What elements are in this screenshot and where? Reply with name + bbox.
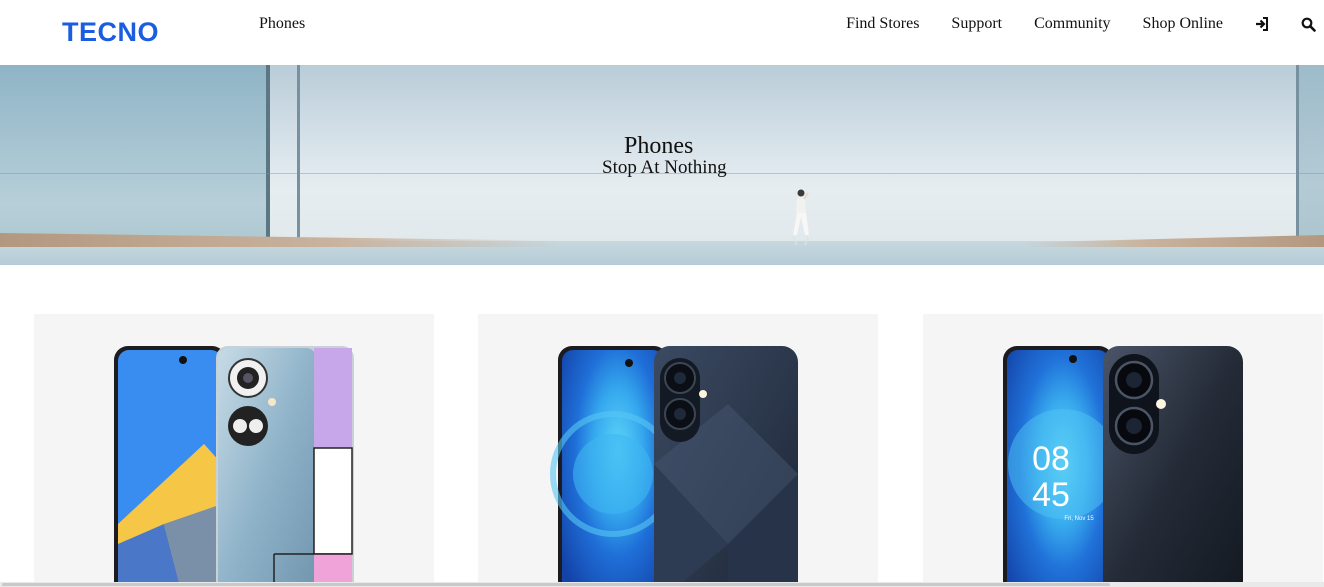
nav-phones[interactable]: Phones bbox=[259, 15, 305, 33]
hero-banner: Phones Stop At Nothing bbox=[0, 65, 1324, 265]
phone-image bbox=[550, 346, 798, 587]
product-card[interactable] bbox=[478, 314, 878, 587]
hero-window-frame bbox=[297, 65, 300, 265]
clock-date: Fri, Nov 15 bbox=[1064, 516, 1094, 522]
product-card[interactable] bbox=[34, 314, 434, 587]
scrollbar-thumb[interactable] bbox=[2, 583, 1110, 586]
clock-hours: 08 bbox=[1032, 440, 1070, 478]
nav-find-stores[interactable]: Find Stores bbox=[846, 15, 919, 33]
nav-support[interactable]: Support bbox=[951, 15, 1002, 33]
tecno-logo[interactable]: TECNO bbox=[62, 14, 164, 46]
hero-subtitle: Stop At Nothing bbox=[602, 157, 727, 178]
phone-image: 08 45 Fri, Nov 15 bbox=[1003, 346, 1243, 587]
product-card[interactable]: 08 45 Fri, Nov 15 bbox=[923, 314, 1323, 587]
login-icon[interactable] bbox=[1254, 16, 1270, 32]
nav-right-menu: Find Stores Support Community Shop Onlin… bbox=[846, 0, 1324, 48]
hero-deck bbox=[0, 233, 560, 247]
svg-text:TECNO: TECNO bbox=[62, 17, 159, 46]
site-header: TECNO Phones Find Stores Support Communi… bbox=[0, 0, 1324, 65]
phone-image bbox=[114, 346, 354, 587]
search-icon[interactable] bbox=[1300, 16, 1316, 32]
hero-person-figure bbox=[792, 189, 809, 246]
nav-community[interactable]: Community bbox=[1034, 15, 1110, 33]
hero-window-frame bbox=[266, 65, 270, 265]
clock-minutes: 45 bbox=[1032, 476, 1070, 514]
hero-glass-panel-right bbox=[1296, 65, 1324, 265]
hero-window-frame bbox=[1296, 65, 1299, 265]
nav-shop-online[interactable]: Shop Online bbox=[1143, 15, 1223, 33]
hero-title: Phones bbox=[624, 133, 694, 159]
horizontal-scrollbar[interactable] bbox=[0, 582, 1324, 587]
